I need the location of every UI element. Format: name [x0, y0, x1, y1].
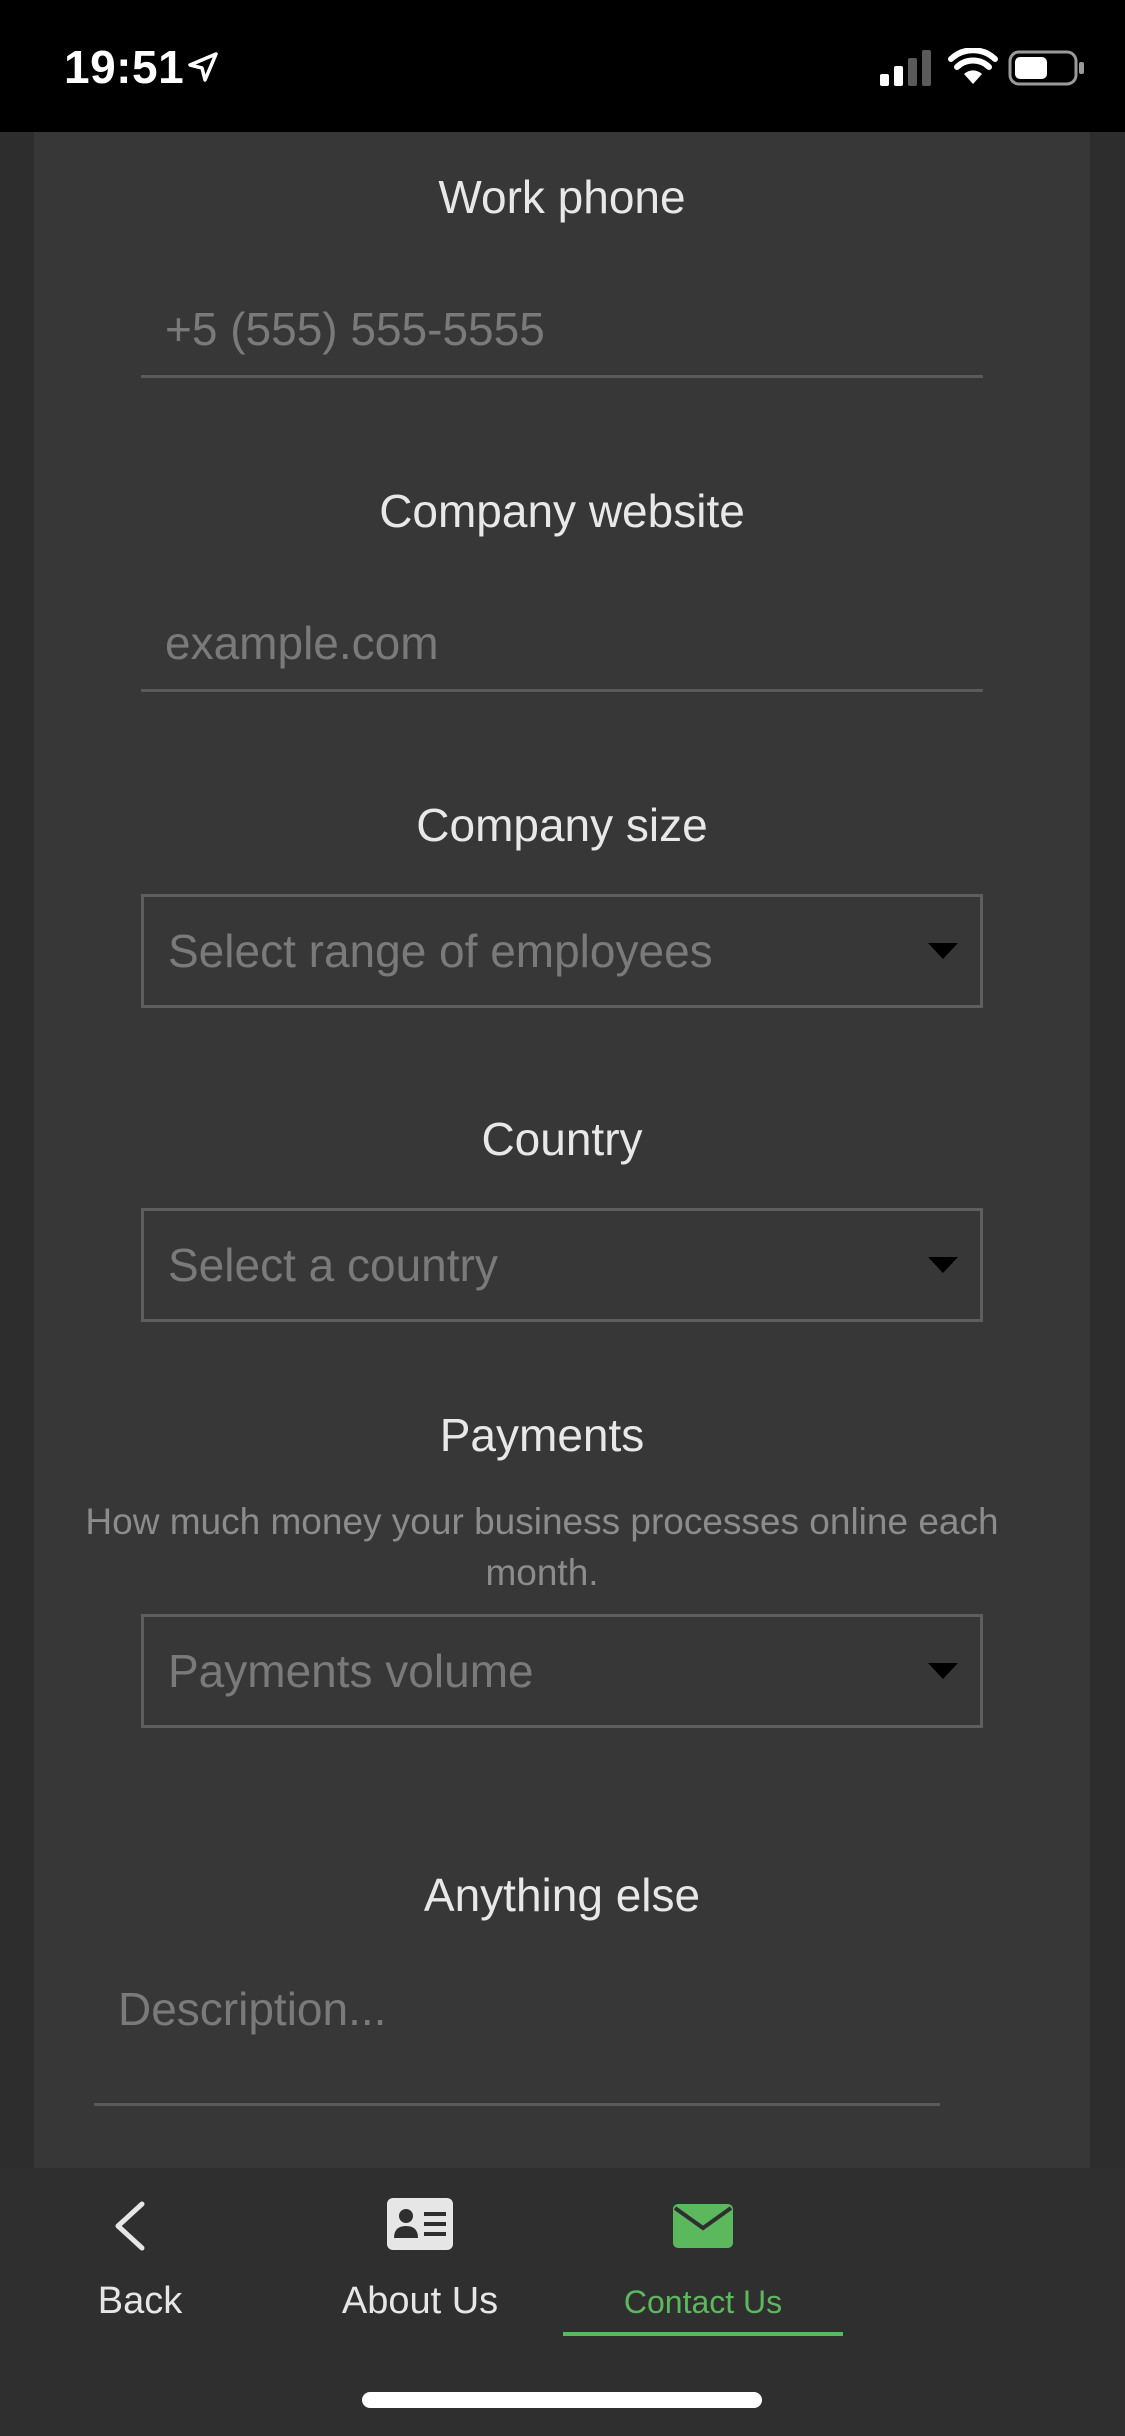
description-textarea[interactable] [94, 1952, 940, 2106]
caret-down-icon [928, 943, 958, 959]
work-phone-label: Work phone [438, 171, 686, 223]
company-size-selected: Select range of employees [168, 925, 713, 977]
status-bar: 19:51 [0, 0, 1125, 132]
status-time: 19:51 [64, 41, 185, 93]
payments-label: Payments [439, 1409, 645, 1461]
wifi-icon [948, 48, 998, 84]
battery-icon [1008, 50, 1084, 86]
payments-volume-select[interactable]: Payments volume [141, 1614, 983, 1728]
company-size-select[interactable]: Select range of employees [141, 894, 983, 1008]
company-website-label: Company website [379, 485, 745, 537]
home-indicator[interactable] [362, 2392, 762, 2408]
nav-back-label: Back [97, 2280, 183, 2322]
screen: 19:51 Work phone Company website Company… [0, 0, 1125, 2436]
nav-back[interactable]: Back [60, 2168, 220, 2338]
country-selected: Select a country [168, 1239, 498, 1291]
nav-about-us-label: About Us [341, 2280, 499, 2322]
active-tab-indicator [563, 2332, 843, 2336]
caret-down-icon [928, 1257, 958, 1273]
contact-form: Work phone Company website Company size … [34, 132, 1090, 2168]
nav-about-us[interactable]: About Us [320, 2168, 520, 2338]
location-arrow-icon [188, 52, 218, 82]
payments-volume-selected: Payments volume [168, 1645, 534, 1697]
id-card-icon [387, 2198, 453, 2250]
nav-contact-us-label: Contact Us [623, 2284, 783, 2320]
country-label: Country [481, 1113, 643, 1165]
payments-help-text: How much money your business processes o… [85, 1501, 999, 1593]
company-website-input[interactable] [141, 596, 983, 692]
cellular-signal-icon [880, 50, 931, 86]
envelope-icon [673, 2204, 733, 2248]
anything-else-label: Anything else [423, 1869, 701, 1921]
caret-down-icon [928, 1663, 958, 1679]
work-phone-input[interactable] [141, 282, 983, 378]
chevron-left-icon [115, 2201, 145, 2251]
nav-contact-us[interactable]: Contact Us [563, 2168, 843, 2338]
country-select[interactable]: Select a country [141, 1208, 983, 1322]
company-size-label: Company size [416, 799, 708, 851]
